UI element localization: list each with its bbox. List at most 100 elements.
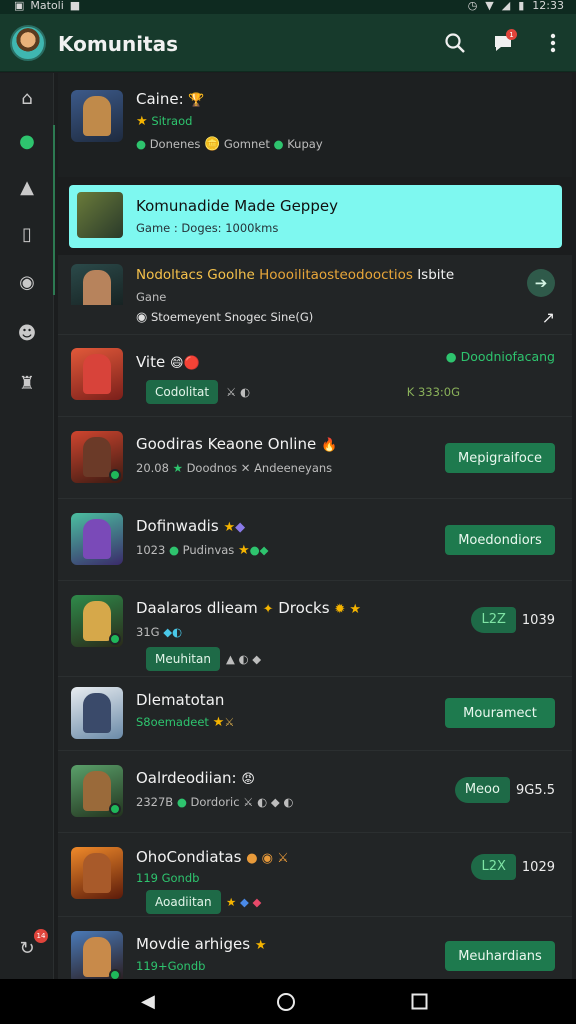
online-dot-icon: ●: [176, 795, 187, 809]
join-button[interactable]: Mouramect: [445, 698, 555, 728]
groups-icon: ♜: [18, 372, 36, 394]
score-value: 9G5.5: [515, 782, 555, 798]
list-item[interactable]: Dofinwadis ★◆ 1023 ● Pudinvas ★●◆ Moedon…: [58, 499, 572, 581]
recents-button[interactable]: [411, 993, 428, 1015]
trophy-icon: 🏆: [188, 93, 205, 108]
expand-icon[interactable]: ↗: [542, 308, 555, 327]
chat-badge: 1: [506, 29, 517, 40]
chat-bubble-icon: ●: [19, 130, 35, 152]
gem-icon: ◆: [235, 520, 246, 535]
rail-active-indicator: [53, 125, 55, 295]
more-options-button[interactable]: [538, 28, 568, 58]
community-name: Caine:: [136, 90, 184, 108]
member-count: 119+Gondb: [136, 959, 206, 973]
home-circle-icon: [277, 993, 295, 1011]
member-count: 1023: [136, 543, 166, 557]
level-pill[interactable]: Meoo: [454, 777, 510, 803]
community-tag: Sitraod: [151, 114, 193, 128]
feature-caption-row: ◉ Stoemeyent Snogec Sine(G) ↗: [58, 305, 572, 335]
compass-icon: ◉: [19, 271, 35, 293]
join-button[interactable]: Moedondiors: [445, 525, 555, 555]
community-name: Oalrdeodiian:: [136, 769, 237, 787]
rail-bookmarks[interactable]: ▯: [12, 219, 42, 249]
community-name: Dofinwadis: [136, 517, 219, 535]
rail-explore[interactable]: ◉: [12, 267, 42, 297]
app-bar: Komunitas 1: [0, 14, 576, 72]
list-item[interactable]: Movdie arhiges ★ 119+Gondb Meuhardians: [58, 917, 572, 979]
more-vert-icon: [550, 33, 556, 53]
rail-notifications[interactable]: ▲: [12, 172, 42, 202]
refresh-icon: ↻: [19, 937, 35, 959]
community-avatar: [77, 192, 123, 238]
rail-chats[interactable]: ●: [12, 126, 42, 156]
meta-a: Donenes: [149, 137, 201, 151]
star-icon: ★: [136, 114, 148, 129]
meta-c: Andeeneyans: [254, 461, 333, 475]
list-item[interactable]: OhoCondiatas ● ◉ ⚔ 119 Gondb Aoadiitan ★…: [58, 833, 572, 917]
list-item[interactable]: Daalaros dlieam ✦ Drocks ✹ ★ 31G ◆◐ Meuh…: [58, 581, 572, 677]
rail-profile[interactable]: ↻ 14: [12, 929, 48, 963]
reaction-icons: ▲ ◐ ◆: [226, 652, 262, 666]
community-avatar: [71, 931, 123, 979]
community-name: Daalaros dlieam: [136, 599, 258, 617]
list-item[interactable]: Dlematotan S8oemadeet ★⚔ Mouramect: [58, 677, 572, 751]
join-button[interactable]: Meuhardians: [445, 941, 555, 971]
role-pill: Aoadiitan: [146, 890, 221, 914]
bell-icon: ▲: [20, 176, 34, 198]
member-count: 2327B: [136, 795, 174, 809]
meta-c: Kupay: [287, 137, 323, 151]
gamepad-icon: ☻: [17, 322, 37, 344]
community-list: Caine: 🏆 ★ Sitraod ● Donenes 🪙 Gomnet ● …: [58, 73, 572, 979]
badge-icons: ● ◉ ⚔: [246, 851, 289, 866]
list-item[interactable]: Oalrdeodiian: 😡 2327B ● Dordoric ⚔ ◐ ◆ ◐…: [58, 751, 572, 833]
badge-icon: ◉: [136, 310, 148, 325]
chat-button[interactable]: 1: [488, 28, 518, 58]
online-dot: [109, 969, 121, 979]
community-avatar: [71, 90, 123, 142]
emoji-icon: 😡: [241, 772, 255, 787]
badge-icons: ★: [237, 543, 250, 558]
community-name: Movdie arhiges: [136, 935, 251, 953]
meta-b: Doodnos: [186, 461, 238, 475]
back-icon: ◀: [141, 991, 155, 1012]
community-name-suffix: Drocks: [278, 599, 330, 617]
star-icon: ★: [223, 520, 236, 535]
feature-arrow-button[interactable]: ➔: [527, 269, 555, 297]
list-item[interactable]: Vite 😄🔴 Codolitat ⚔ ◐ ● Doodniofacang K …: [58, 335, 572, 417]
search-button[interactable]: [440, 28, 470, 58]
online-dot-icon: ●: [168, 543, 179, 557]
community-tag: S8oemadeet: [136, 715, 209, 729]
community-name: Goodiras Keaone Online: [136, 435, 317, 453]
search-icon: [445, 33, 465, 53]
score-value: 1039: [521, 612, 555, 628]
rail-games[interactable]: ☻: [12, 318, 42, 348]
coin-icon: 🪙: [203, 137, 221, 152]
community-name: Dlematotan: [136, 691, 225, 709]
role-pill: Meuhitan: [146, 647, 220, 671]
notification-icon: ■: [69, 0, 81, 12]
rail-home[interactable]: ⌂: [12, 83, 42, 113]
home-icon: ⌂: [21, 87, 33, 109]
level-pill[interactable]: L2Z: [471, 607, 516, 633]
fire-icon: 🔥: [320, 438, 338, 453]
clock: 12:33: [532, 0, 564, 12]
gem-icons: ◆◐: [163, 625, 183, 639]
badge-icons: ⚔ ◐ ◆ ◐: [243, 795, 294, 809]
online-dot: [109, 803, 121, 815]
home-button[interactable]: [276, 992, 296, 1017]
carrier-label: Matoli: [30, 0, 64, 12]
emoji-icon: 😄🔴: [170, 356, 200, 371]
selected-community-banner[interactable]: Komunadide Made Geppey Game : Doges: 100…: [69, 185, 562, 248]
back-button[interactable]: ◀: [141, 991, 155, 1012]
list-item[interactable]: Caine: 🏆 ★ Sitraod ● Donenes 🪙 Gomnet ● …: [58, 73, 572, 177]
sparkle-icon: ✦: [262, 602, 274, 617]
feature-caption: Stoemeyent Snogec Sine(G): [151, 310, 314, 324]
list-item[interactable]: Goodiras Keaone Online 🔥 20.08 ★ Doodnos…: [58, 417, 572, 499]
community-status: Doodniofacang: [460, 349, 555, 364]
rail-groups[interactable]: ♜: [12, 368, 42, 398]
join-button[interactable]: Mepigraifoce: [445, 443, 555, 473]
level-pill[interactable]: L2X: [471, 854, 516, 880]
online-dot: [109, 469, 121, 481]
wifi-icon: ▼: [485, 0, 494, 12]
community-avatar: [71, 687, 123, 739]
